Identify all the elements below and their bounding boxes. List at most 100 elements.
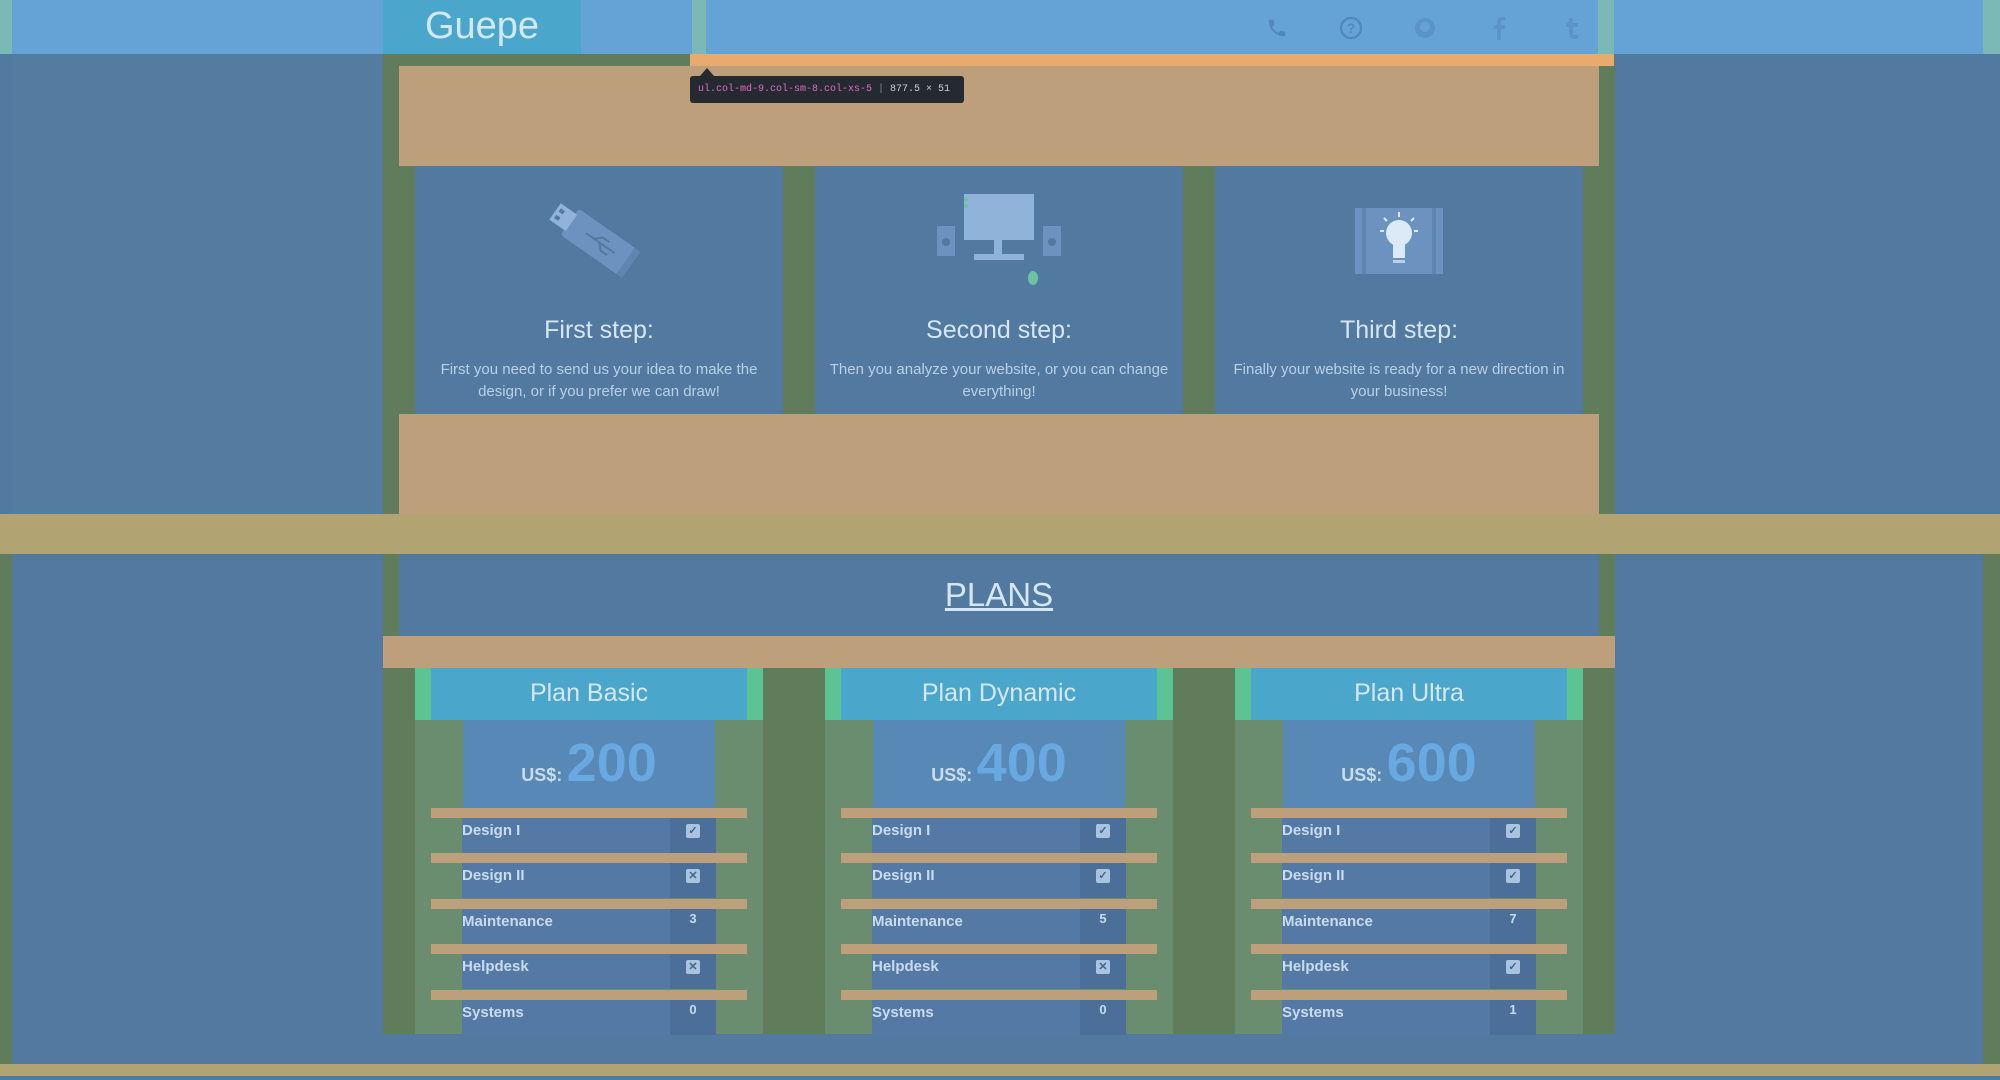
lightbulb-icon — [1215, 186, 1583, 296]
feature-row: Design II ✓ — [1251, 853, 1567, 899]
feature-name: Maintenance — [872, 912, 963, 930]
navbar-edge-left — [0, 0, 12, 54]
check-icon: ✓ — [1506, 960, 1520, 975]
feature-row: Systems 1 — [1251, 989, 1567, 1035]
feature-list: Design I ✓ Design II ✓ Maintenance 7 Helpde… — [1251, 808, 1567, 1035]
feature-name: Helpdesk — [462, 958, 529, 976]
page-edge-left — [0, 554, 12, 1064]
feature-name: Design I — [872, 822, 931, 839]
brand-logo[interactable]: Guepe — [383, 0, 581, 54]
feature-row: Helpdesk ✓ — [1251, 944, 1567, 990]
feature-name: Design II — [1282, 867, 1345, 885]
feature-value: 7 — [1509, 910, 1517, 926]
tooltip-size: 877.5 × 51 — [890, 84, 951, 95]
feature-value: 0 — [1099, 1001, 1107, 1017]
feature-row: Helpdesk ✕ — [431, 944, 747, 990]
feature-name: Systems — [872, 1003, 934, 1021]
feature-row: Design I ✓ — [1251, 808, 1567, 853]
computer-icon — [815, 186, 1183, 296]
step-card-third: Third step: Finally your website is read… — [1215, 166, 1583, 414]
feature-row: Maintenance 5 — [841, 898, 1157, 944]
section-divider — [0, 514, 2000, 554]
price-amount: 200 — [566, 733, 657, 793]
feature-name: Design II — [462, 867, 525, 885]
tumblr-icon[interactable] — [1536, 10, 1610, 46]
step-description: First you need to send us your idea to m… — [440, 361, 758, 400]
feature-name: Maintenance — [462, 912, 553, 930]
price-currency: US$: — [931, 765, 973, 785]
feature-value: 5 — [1099, 910, 1107, 926]
step-card-second: Second step: Then you analyze your websi… — [815, 166, 1183, 414]
plan-header: Plan Dynamic — [825, 668, 1173, 720]
feature-row: Systems 0 — [841, 989, 1157, 1035]
feature-row: Maintenance 7 — [1251, 898, 1567, 944]
plans-margin — [383, 636, 1615, 668]
tooltip-selector: ul.col-md-9.col-sm-8.col-xs-5 — [698, 84, 873, 95]
step-card-first: First step: First you need to send us yo… — [415, 166, 783, 414]
cross-icon: ✕ — [686, 960, 700, 975]
plan-card-basic: Plan Basic US$: 200 Design I ✓ Design II ✕… — [415, 668, 763, 1035]
price-amount: 600 — [1386, 733, 1477, 793]
steps-top-margin — [399, 66, 1599, 166]
feature-row: Design II ✓ — [841, 853, 1157, 899]
step-title: Second step: — [926, 316, 1072, 344]
inspector-highlight — [690, 54, 1614, 66]
plan-name: Plan Dynamic — [841, 668, 1157, 720]
social-icons: ? — [1240, 10, 1610, 46]
background-image — [12, 54, 382, 514]
price-currency: US$: — [1341, 765, 1383, 785]
devtools-tooltip: ul.col-md-9.col-sm-8.col-xs-5 | 877.5 × … — [690, 76, 964, 103]
feature-name: Design II — [872, 867, 935, 885]
feature-row: Design I ✓ — [841, 808, 1157, 853]
svg-text:?: ? — [1347, 20, 1356, 36]
check-icon: ✓ — [1506, 869, 1520, 884]
feature-row: Maintenance 3 — [431, 898, 747, 944]
page-edge-right — [1983, 554, 2000, 1064]
feature-name: Helpdesk — [1282, 958, 1349, 976]
feature-name: Systems — [462, 1003, 524, 1021]
help-icon[interactable]: ? — [1314, 10, 1388, 46]
feature-name: Maintenance — [1282, 912, 1373, 930]
plan-name: Plan Ultra — [1251, 668, 1567, 720]
feature-list: Design I ✓ Design II ✕ Maintenance 3 Helpde… — [431, 808, 747, 1035]
step-description: Then you analyze your website, or you ca… — [829, 361, 1169, 400]
step-description: Finally your website is ready for a new … — [1233, 361, 1565, 400]
plans-title: PLANS — [944, 576, 1054, 613]
plan-header: Plan Ultra — [1235, 668, 1583, 720]
feature-value: 3 — [689, 910, 697, 926]
feature-value: 0 — [689, 1001, 697, 1017]
usb-drive-icon — [415, 186, 783, 296]
check-icon: ✓ — [686, 824, 700, 838]
plan-card-ultra: Plan Ultra US$: 600 Design I ✓ Design II ✓… — [1235, 668, 1583, 1035]
feature-name: Systems — [1282, 1003, 1344, 1021]
plan-card-dynamic: Plan Dynamic US$: 400 Design I ✓ Design I… — [825, 668, 1173, 1035]
feature-row: Systems 0 — [431, 989, 747, 1035]
navbar-edge-right — [1983, 0, 2000, 54]
plan-price: US$: 600 — [1283, 720, 1535, 808]
plan-header: Plan Basic — [415, 668, 763, 720]
top-navbar — [0, 0, 2000, 54]
cross-icon: ✕ — [1096, 960, 1110, 975]
cross-icon: ✕ — [686, 869, 700, 884]
plan-name: Plan Basic — [431, 668, 747, 720]
section-divider-bottom — [0, 1064, 2000, 1076]
facebook-icon[interactable] — [1462, 10, 1536, 46]
tooltip-arrow — [700, 68, 714, 76]
step-title: First step: — [544, 316, 654, 344]
plan-price: US$: 400 — [873, 720, 1125, 808]
check-icon: ✓ — [1506, 824, 1520, 838]
github-icon[interactable] — [1388, 10, 1462, 46]
tooltip-separator: | — [878, 84, 885, 95]
check-icon: ✓ — [1096, 824, 1110, 838]
feature-list: Design I ✓ Design II ✓ Maintenance 5 Helpde… — [841, 808, 1157, 1035]
steps-bottom-margin — [399, 414, 1599, 514]
feature-name: Design I — [1282, 822, 1341, 839]
feature-name: Design I — [462, 822, 521, 839]
feature-row: Design II ✕ — [431, 853, 747, 899]
plans-header: PLANS — [399, 554, 1599, 636]
navbar-gap — [692, 0, 706, 54]
step-title: Third step: — [1339, 316, 1459, 344]
phone-icon[interactable] — [1240, 10, 1314, 46]
price-currency: US$: — [521, 765, 563, 785]
feature-row: Design I ✓ — [431, 808, 747, 853]
